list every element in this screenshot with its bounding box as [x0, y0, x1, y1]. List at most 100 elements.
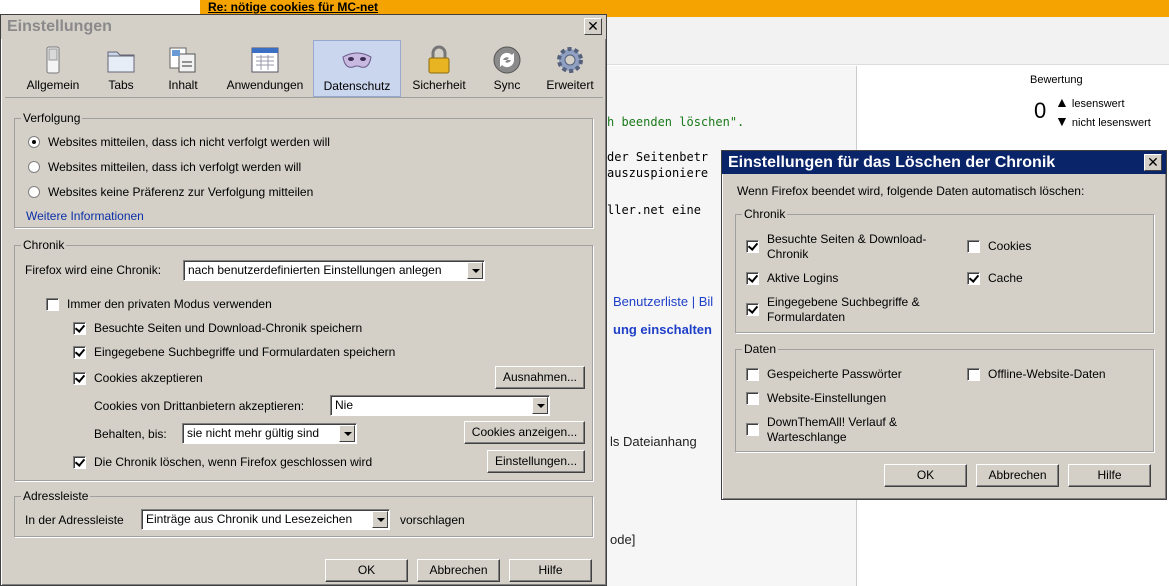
switch-icon [37, 44, 69, 76]
history-settings-button[interactable]: Einstellungen... [487, 450, 585, 473]
radio-label: Websites mitteilen, dass ich nicht verfo… [48, 135, 330, 149]
rating-down-label: nicht lesenswert [1071, 117, 1151, 129]
passwords-checkbox[interactable]: Gespeicherte Passwörter [746, 367, 902, 381]
checkbox-checked[interactable] [73, 455, 86, 469]
checkbox-checked[interactable] [73, 321, 86, 335]
close-icon[interactable]: ✕ [584, 18, 602, 35]
history-mode-label: Firefox wird eine Chronik: [25, 263, 162, 277]
cookies-checkbox[interactable]: Cookies [967, 239, 1031, 253]
chevron-down-icon[interactable] [372, 511, 388, 528]
tab-anwendungen[interactable]: Anwendungen [215, 40, 315, 97]
active-logins-checkbox[interactable]: Aktive Logins [746, 271, 838, 285]
post-text-line: der Seitenbetr [607, 150, 709, 164]
checkbox[interactable] [746, 423, 759, 436]
tab-tabs[interactable]: Tabs [97, 40, 145, 97]
tracking-option-none[interactable]: Websites keine Präferenz zur Verfolgung … [28, 185, 313, 199]
clear-help-button[interactable]: Hilfe [1068, 464, 1151, 487]
tab-allgemein[interactable]: Allgemein [9, 40, 97, 97]
rating-up-label: lesenswert [1071, 98, 1125, 110]
history-mode-select[interactable]: nach benutzerdefinierten Einstellungen a… [183, 260, 485, 281]
site-settings-checkbox[interactable]: Website-Einstellungen [746, 391, 886, 405]
arrow-down-icon[interactable]: ▼ [1055, 113, 1069, 129]
radio[interactable] [28, 186, 40, 198]
tracking-option-no-track[interactable]: Websites mitteilen, dass ich nicht verfo… [28, 135, 330, 149]
checkbox[interactable] [967, 367, 980, 381]
accept-cookies-checkbox[interactable]: Cookies akzeptieren [73, 371, 203, 385]
checkbox-checked[interactable] [746, 303, 759, 316]
offline-data-checkbox[interactable]: Offline-Website-Daten [967, 367, 1106, 381]
chevron-down-icon[interactable] [467, 262, 483, 279]
third-party-label: Cookies von Drittanbietern akzeptieren: [94, 399, 305, 413]
radio-label: Websites keine Präferenz zur Verfolgung … [48, 185, 314, 199]
remember-forms-checkbox[interactable]: Eingegebene Suchbegriffe und Formulardat… [73, 345, 395, 359]
tab-sicherheit[interactable]: Sicherheit [405, 40, 473, 97]
close-icon[interactable]: ✕ [1144, 154, 1162, 171]
checkbox-checked[interactable] [746, 240, 759, 253]
remember-history-checkbox[interactable]: Besuchte Seiten und Download-Chronik spe… [73, 321, 362, 335]
radio[interactable] [28, 161, 40, 173]
checkbox-checked[interactable] [73, 371, 86, 385]
downthemall-checkbox[interactable]: DownThemAll! Verlauf & Warteschlange [746, 415, 897, 445]
thread-title-link[interactable]: Re: nötige cookies für MC-net [208, 0, 378, 14]
more-info-link[interactable]: Weitere Informationen [26, 209, 144, 223]
checkbox[interactable] [967, 239, 980, 253]
third-party-select[interactable]: Nie [330, 395, 550, 416]
checkbox-label: Cookies [988, 239, 1032, 253]
arrow-up-icon[interactable]: ▲ [1055, 94, 1069, 110]
tab-inhalt[interactable]: Inhalt [155, 40, 211, 97]
chevron-down-icon[interactable] [532, 397, 548, 414]
help-button[interactable]: Hilfe [509, 559, 592, 582]
cache-checkbox[interactable]: Cache [967, 271, 1023, 285]
clear-on-close-checkbox[interactable]: Die Chronik löschen, wenn Firefox geschl… [73, 455, 372, 469]
checkbox[interactable] [46, 297, 59, 311]
post-text-line: auszuspioniere [607, 166, 709, 180]
checkbox-checked[interactable] [73, 345, 86, 359]
addressbar-suffix: vorschlagen [400, 513, 465, 527]
checkbox[interactable] [746, 391, 759, 405]
tab-datenschutz[interactable]: Datenschutz [313, 40, 401, 97]
checkbox-checked[interactable] [967, 271, 980, 285]
tracking-group: Verfolgung Websites mitteilen, dass ich … [14, 111, 593, 228]
checkbox-checked[interactable] [746, 271, 759, 285]
tab-label: Allgemein [26, 78, 80, 92]
tab-label: Sicherheit [412, 78, 466, 92]
clear-history-legend: Chronik [742, 207, 788, 221]
tab-erweitert[interactable]: Erweitert [537, 40, 603, 97]
clear-history-group: Chronik Besuchte Seiten & Download- Chro… [735, 207, 1154, 333]
addressbar-select[interactable]: Einträge aus Chronik und Lesezeichen [141, 509, 390, 530]
visited-checkbox[interactable]: Besuchte Seiten & Download- Chronik [746, 232, 926, 262]
private-mode-checkbox[interactable]: Immer den privaten Modus verwenden [46, 297, 272, 311]
exceptions-button[interactable]: Ausnahmen... [495, 366, 585, 389]
preferences-window: Einstellungen ✕ Allgemein Tabs Inhalt An… [0, 14, 607, 586]
checkbox-label: Eingegebene Suchbegriffe und Formulardat… [94, 345, 396, 359]
nav-bold-link[interactable]: ung einschalten [613, 322, 712, 337]
ok-button[interactable]: OK [325, 559, 408, 582]
select-value: sie nicht mehr gültig sind [187, 426, 320, 440]
checkbox-label: Die Chronik löschen, wenn Firefox geschl… [94, 455, 373, 469]
code-text: ode] [610, 532, 636, 547]
chevron-down-icon[interactable] [339, 425, 355, 442]
cancel-button[interactable]: Abbrechen [417, 559, 500, 582]
radio-label: Websites mitteilen, dass ich verfolgt we… [48, 160, 302, 174]
sync-icon [491, 44, 523, 76]
pane-toolbar: Allgemein Tabs Inhalt Anwendungen Datens… [5, 40, 603, 98]
clear-cancel-button[interactable]: Abbrechen [976, 464, 1059, 487]
applications-icon [249, 44, 281, 76]
tracking-option-track[interactable]: Websites mitteilen, dass ich verfolgt we… [28, 160, 301, 174]
checkbox[interactable] [746, 367, 759, 381]
checkbox-label: Eingegebene Suchbegriffe & [767, 295, 920, 309]
checkbox-label: Chronik [767, 247, 809, 261]
addressbar-group: Adressleiste In der Adressleiste Einträg… [14, 489, 593, 537]
rating-down[interactable]: ▼ nicht lesenswert [1055, 113, 1151, 129]
nav-links[interactable]: Benutzerliste | Bil [613, 294, 713, 309]
clear-ok-button[interactable]: OK [884, 464, 967, 487]
keep-until-select[interactable]: sie nicht mehr gültig sind [182, 423, 357, 444]
forms-checkbox[interactable]: Eingegebene Suchbegriffe & Formulardaten [746, 295, 920, 325]
show-cookies-button[interactable]: Cookies anzeigen... [464, 421, 585, 444]
tab-sync[interactable]: Sync [483, 40, 531, 97]
addressbar-label: In der Adressleiste [25, 513, 124, 527]
radio-selected[interactable] [28, 136, 40, 148]
rating-up[interactable]: ▲ lesenswert [1055, 94, 1125, 110]
folder-tabs-icon [105, 44, 137, 76]
checkbox-label: Besuchte Seiten & Download- [767, 232, 927, 246]
